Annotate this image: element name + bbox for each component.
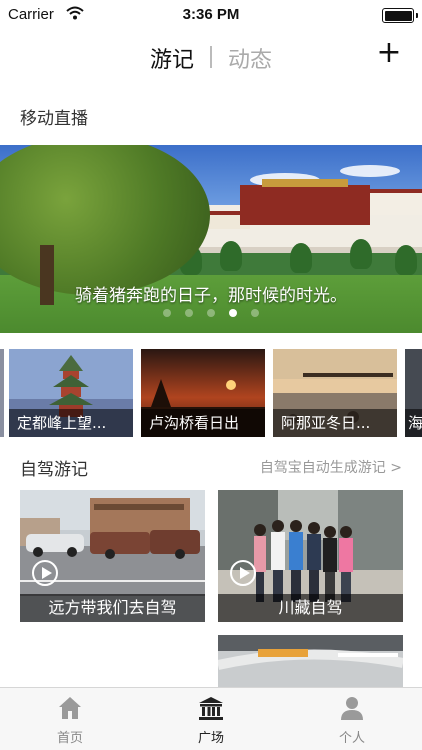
app-screen: Carrier 3:36 PM 游记 动态 + 移动直播 骑着猪奔跑的日子，那时…: [0, 0, 422, 750]
plus-icon[interactable]: +: [376, 38, 402, 68]
banner-palace-roof: [262, 179, 348, 187]
auto-generate-link[interactable]: 自驾宝自动生成游记 >: [260, 457, 402, 477]
banner-shrub: [395, 245, 417, 275]
play-icon[interactable]: [32, 560, 58, 586]
drive-photo-car-interior: [218, 635, 403, 687]
banner-cloud: [340, 165, 400, 177]
tab-bar: 首页 广场 个人: [0, 687, 422, 750]
banner-shrub: [290, 243, 312, 273]
carousel-dot[interactable]: [251, 309, 259, 317]
drive-card[interactable]: 远方带我们去自驾: [20, 490, 205, 622]
drive-card-label: 远方带我们去自驾: [20, 594, 205, 622]
carousel-dot[interactable]: [163, 309, 171, 317]
person-icon: [340, 696, 364, 720]
carousel-dots[interactable]: [0, 309, 422, 319]
live-card-label: 定都峰上望...: [9, 409, 133, 437]
battery-icon: [382, 8, 418, 23]
tab-travelogue[interactable]: 游记: [150, 42, 194, 74]
section-title-live: 移动直播: [20, 109, 88, 129]
tab-label: 个人: [338, 731, 365, 746]
live-card-photo: [0, 349, 4, 437]
live-card-partial[interactable]: 海: [405, 349, 422, 437]
carousel-dot[interactable]: [229, 309, 237, 317]
home-icon: [58, 696, 82, 720]
carousel-dot[interactable]: [185, 309, 193, 317]
live-card-label: 阿那亚冬日...: [273, 409, 397, 437]
live-card-strip[interactable]: 定都峰上望... 卢沟桥看日出 阿那亚冬日... 海: [0, 349, 422, 437]
banner-palace-red: [240, 185, 370, 225]
banner-shrub: [350, 239, 372, 269]
tab-profile[interactable]: 个人: [282, 688, 422, 750]
tab-activity[interactable]: 动态: [228, 42, 272, 74]
live-card[interactable]: 阿那亚冬日...: [273, 349, 397, 437]
section-title-self-drive: 自驾游记: [20, 460, 88, 480]
banner-carousel[interactable]: 骑着猪奔跑的日子，那时候的时光。: [0, 145, 422, 333]
tab-label: 广场: [197, 731, 224, 746]
live-card[interactable]: 卢沟桥看日出: [141, 349, 265, 437]
status-bar: Carrier 3:36 PM: [0, 0, 422, 30]
clock: 3:36 PM: [182, 6, 240, 23]
drive-card-partial[interactable]: [218, 635, 403, 687]
banner-palace-wing: [368, 189, 422, 215]
banner-caption: 骑着猪奔跑的日子，那时候的时光。: [75, 286, 347, 306]
tab-square[interactable]: 广场: [141, 688, 281, 750]
top-nav: 游记 动态 +: [0, 30, 422, 80]
live-card-label: 海: [405, 409, 422, 437]
carousel-dot[interactable]: [207, 309, 215, 317]
drive-card[interactable]: 川藏自驾: [218, 490, 403, 622]
play-icon[interactable]: [230, 560, 256, 586]
live-card-partial[interactable]: [0, 349, 4, 437]
live-card[interactable]: 定都峰上望...: [9, 349, 133, 437]
tab-label: 首页: [56, 731, 83, 746]
tab-divider: [210, 46, 212, 68]
live-card-label: 卢沟桥看日出: [141, 409, 265, 437]
banner-shrub: [220, 241, 242, 271]
tab-home[interactable]: 首页: [0, 688, 140, 750]
square-temple-icon: [199, 696, 223, 720]
drive-card-label: 川藏自驾: [218, 594, 403, 622]
